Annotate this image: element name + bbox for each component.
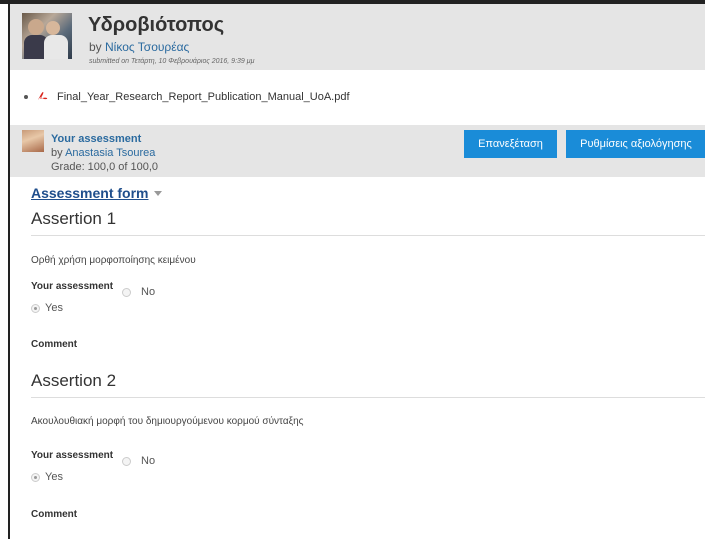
window-left-border xyxy=(8,0,10,539)
assertion-1-option-no[interactable]: No xyxy=(141,286,155,298)
assertion-1-radio-no[interactable] xyxy=(122,288,131,297)
chevron-down-icon[interactable] xyxy=(153,190,162,196)
assertion-2-option-no[interactable]: No xyxy=(141,455,155,467)
assertion-2-option-yes[interactable]: Yes xyxy=(45,471,63,483)
assertion-1-text: Ορθή χρήση μορφοποίησης κειμένου xyxy=(31,255,196,266)
assertion-1-comment-label: Comment xyxy=(31,339,78,350)
pdf-icon xyxy=(36,90,49,103)
assertion-1-title: Assertion 1 xyxy=(31,209,117,228)
assertion-2-radio-no[interactable] xyxy=(122,457,131,466)
submission-header: Υδροβιότοπος by Νίκος Τσουρέας submitted… xyxy=(10,4,705,70)
by-prefix: by xyxy=(89,40,106,54)
assertion-2-text: Ακουλουθιακή μορφή του δημιουργούμενου κ… xyxy=(31,416,304,427)
assessor-avatar[interactable] xyxy=(22,130,44,152)
assessment-header: Your assessment by Anastasia Tsourea Gra… xyxy=(10,125,705,177)
assessment-form-toggle[interactable]: Assessment form xyxy=(31,185,162,201)
submission-date: submitted on Τετάρτη, 10 Φεβρουάριος 201… xyxy=(89,58,255,65)
submission-title: Υδροβιότοπος xyxy=(88,14,225,36)
assessment-title: Your assessment xyxy=(51,133,142,145)
attachment-item: Final_Year_Research_Report_Publication_M… xyxy=(24,90,350,103)
assessor-name[interactable]: Anastasia Tsourea xyxy=(65,147,155,159)
assessor-by-prefix: by xyxy=(51,147,66,159)
assertion-1-radio-yes[interactable] xyxy=(31,304,40,313)
attachment-link[interactable]: Final_Year_Research_Report_Publication_M… xyxy=(57,91,350,103)
author-link[interactable]: Νίκος Τσουρέας xyxy=(105,40,189,54)
review-button[interactable]: Επανεξέταση xyxy=(464,130,557,158)
assertion-2-your-assessment-label: Your assessment xyxy=(31,450,114,461)
bullet-icon xyxy=(24,94,28,99)
assertion-1-option-yes[interactable]: Yes xyxy=(45,302,63,314)
assertion-1-your-assessment-label: Your assessment xyxy=(31,281,114,292)
author-avatar[interactable] xyxy=(22,13,72,59)
assertion-2-divider xyxy=(31,397,705,398)
assessor-line: by Anastasia Tsourea xyxy=(51,147,155,159)
grade-text: Grade: 100,0 of 100,0 xyxy=(51,161,159,173)
assessment-settings-button[interactable]: Ρυθμίσεις αξιολόγησης xyxy=(566,130,705,158)
assertion-1-divider xyxy=(31,235,705,236)
assertion-2-title: Assertion 2 xyxy=(31,371,117,390)
assertion-2-radio-yes[interactable] xyxy=(31,473,40,482)
submission-author-line: by Νίκος Τσουρέας xyxy=(89,40,189,54)
assessment-form-title[interactable]: Assessment form xyxy=(31,185,149,201)
assertion-2-comment-label: Comment xyxy=(31,509,78,520)
